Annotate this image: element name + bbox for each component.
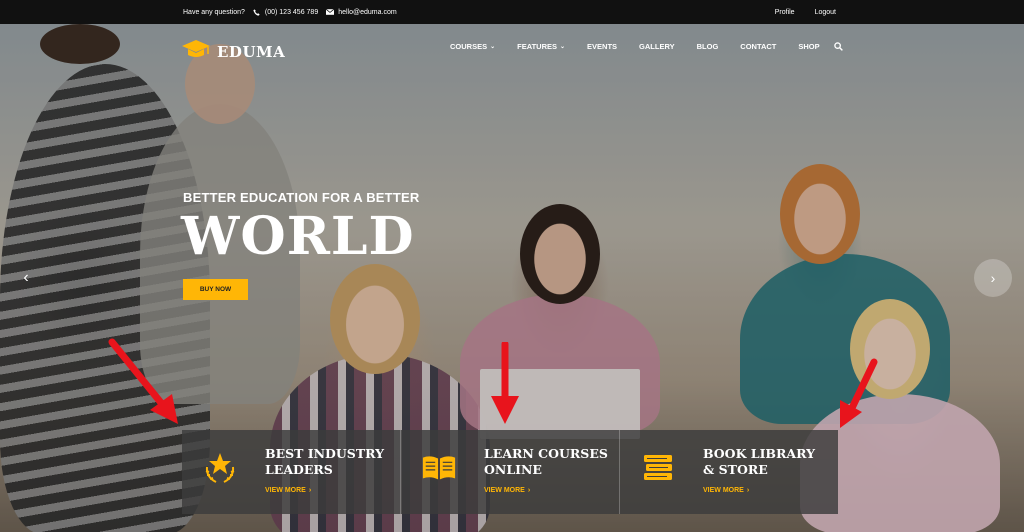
buy-now-button[interactable]: BUY NOW [183,279,248,300]
profile-link[interactable]: Profile [775,9,795,16]
view-more-label: VIEW MORE [484,487,525,494]
chevron-right-icon: › [308,487,312,494]
nav-label: BLOG [696,42,719,51]
slider-next-button[interactable]: › [974,259,1012,297]
slider-prev-button[interactable]: ‹ [16,266,36,290]
feature-title: BEST INDUSTRY LEADERS [265,446,395,478]
feature-boxes: BEST INDUSTRY LEADERS VIEW MORE › LEARN … [182,430,838,514]
main-navigation: COURSES ⌄ FEATURES ⌄ EVENTS GALLERY BLOG… [450,42,843,51]
nav-item-courses[interactable]: COURSES ⌄ [450,42,495,51]
nav-item-gallery[interactable]: GALLERY [639,42,675,51]
nav-label: EVENTS [587,42,618,51]
chevron-down-icon: ⌄ [490,44,496,50]
open-book-icon [421,450,457,486]
feature-title: BOOK LIBRARY & STORE [703,446,833,478]
feature-title-line: LEADERS [265,462,333,477]
logout-link[interactable]: Logout [815,9,836,16]
view-more-label: VIEW MORE [265,487,306,494]
chevron-right-icon: › [990,270,996,286]
search-icon[interactable] [833,42,843,51]
graduation-cap-icon [181,38,211,65]
account-links: Profile Logout [775,0,836,24]
feature-title-line: LEARN COURSES [484,446,608,461]
nav-label: SHOP [798,42,820,51]
nav-label: CONTACT [740,42,777,51]
logo-text: EDUMA [217,42,286,61]
nav-item-blog[interactable]: BLOG [697,42,719,51]
nav-item-features[interactable]: FEATURES ⌄ [517,42,565,51]
view-more-link[interactable]: VIEW MORE › [484,487,530,494]
phone-icon [253,8,261,16]
annotation-arrow [491,342,519,424]
view-more-link[interactable]: VIEW MORE › [703,487,749,494]
annotation-arrow [840,358,878,428]
feature-title: LEARN COURSES ONLINE [484,446,614,478]
chevron-right-icon: › [527,487,531,494]
chevron-right-icon: › [746,487,750,494]
email-contact[interactable]: hello@eduma.com [326,8,397,16]
nav-label: COURSES [450,42,488,51]
chevron-down-icon: ⌄ [560,44,566,50]
view-more-label: VIEW MORE [703,487,744,494]
envelope-icon [326,8,335,16]
nav-item-events[interactable]: EVENTS [587,42,617,51]
chevron-left-icon: ‹ [23,269,29,286]
top-bar: Have any question? (00) 123 456 789 hell… [0,0,1024,24]
phone-contact[interactable]: (00) 123 456 789 [253,8,318,16]
hero-subtitle: BETTER EDUCATION FOR A BETTER [183,190,420,205]
contact-info: Have any question? (00) 123 456 789 hell… [183,0,397,24]
nav-item-contact[interactable]: CONTACT [740,42,776,51]
nav-label: FEATURES [517,42,557,51]
view-more-link[interactable]: VIEW MORE › [265,487,311,494]
feature-box-industry-leaders[interactable]: BEST INDUSTRY LEADERS VIEW MORE › [182,430,401,514]
feature-title-line: ONLINE [484,462,542,477]
phone-number: (00) 123 456 789 [264,8,319,16]
award-star-icon [202,450,238,486]
book-stack-icon [640,450,676,486]
feature-box-book-library[interactable]: BOOK LIBRARY & STORE VIEW MORE › [620,430,838,514]
annotation-arrow [108,338,178,424]
nav-item-shop[interactable]: SHOP [798,42,819,51]
nav-label: GALLERY [639,42,675,51]
feature-title-line: & STORE [703,462,768,477]
email-address: hello@eduma.com [338,8,397,16]
feature-box-learn-courses[interactable]: LEARN COURSES ONLINE VIEW MORE › [401,430,620,514]
hero-title: WORLD [181,206,415,267]
site-logo[interactable]: EDUMA [181,38,285,65]
feature-title-line: BEST INDUSTRY [265,446,385,461]
question-text: Have any question? [183,8,245,16]
feature-title-line: BOOK LIBRARY [703,446,816,461]
